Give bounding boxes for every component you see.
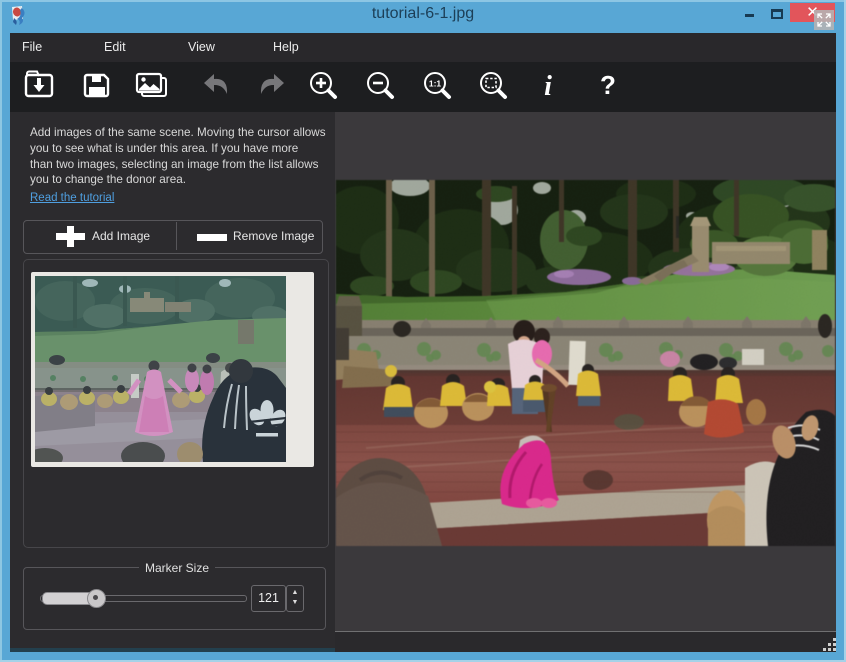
svg-text:?: ? <box>600 70 616 100</box>
svg-text:1:1: 1:1 <box>429 79 442 89</box>
svg-text:i: i <box>544 71 552 102</box>
